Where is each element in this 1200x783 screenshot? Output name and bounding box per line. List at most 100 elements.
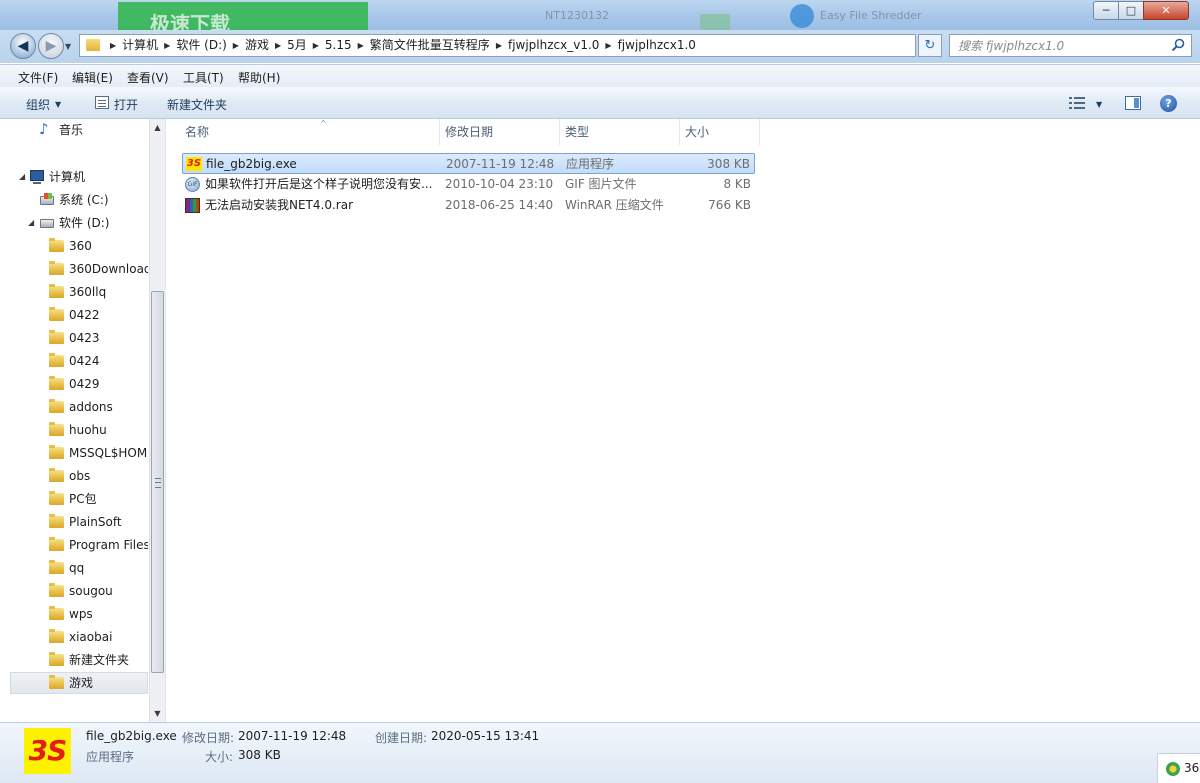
tree-item-folder[interactable]: 0424 (0, 350, 148, 372)
view-options-icon[interactable] (1069, 97, 1085, 109)
music-note-icon: ♪ (39, 120, 49, 138)
scrollbar-thumb[interactable] (151, 291, 164, 673)
column-header-type[interactable]: 类型 (560, 119, 680, 145)
details-size-label: 大小: (205, 750, 234, 764)
breadcrumb-item[interactable]: 5月 (287, 35, 307, 56)
column-header-date[interactable]: 修改日期 (440, 119, 560, 145)
tree-item-folder[interactable]: 360llq (0, 281, 148, 303)
tree-item-label: 360llq (69, 285, 107, 299)
menu-file[interactable]: 文件(F) (18, 69, 58, 86)
menu-view[interactable]: 查看(V) (127, 69, 169, 86)
organize-button[interactable]: 组织 (26, 96, 50, 113)
scroll-up-button[interactable]: ▲ (150, 119, 165, 136)
breadcrumb-separator-icon[interactable]: ▶ (164, 35, 170, 56)
chevron-down-icon: ▼ (55, 100, 62, 109)
tree-item-label: PC包 (69, 492, 97, 506)
menu-edit[interactable]: 编辑(E) (72, 69, 113, 86)
background-text: NT1230132 (545, 9, 609, 22)
navigation-scrollbar[interactable]: ▲ ▼ (149, 119, 165, 722)
breadcrumb-separator-icon[interactable]: ▶ (313, 35, 319, 56)
tree-item-folder[interactable]: qq (0, 557, 148, 579)
refresh-button[interactable]: ↻ (918, 34, 942, 57)
tree-item-label: xiaobai (69, 630, 113, 644)
scroll-down-button[interactable]: ▼ (150, 705, 165, 722)
tree-item-folder[interactable]: 360 (0, 235, 148, 257)
column-header-size[interactable]: 大小 (680, 119, 760, 145)
search-input[interactable] (958, 38, 1163, 54)
tree-item-folder[interactable]: 0429 (0, 373, 148, 395)
tree-item-folder[interactable]: Program Files (0, 534, 148, 556)
menu-help[interactable]: 帮助(H) (238, 69, 280, 86)
drive-icon (40, 193, 54, 205)
file-row[interactable]: 无法启动安装我NET4.0.rar 2018-06-25 14:40 WinRA… (182, 195, 755, 216)
view-dropdown-button[interactable]: ▼ (1096, 100, 1102, 109)
tree-item-folder[interactable]: wps (0, 603, 148, 625)
breadcrumb-separator-icon[interactable]: ▶ (605, 35, 611, 56)
details-pane: 3S file_gb2big.exe 应用程序 修改日期: 2007-11-19… (0, 722, 1200, 783)
breadcrumb-item[interactable]: 游戏 (245, 35, 269, 56)
search-icon[interactable] (1171, 38, 1185, 52)
address-bar[interactable]: ▶ 计算机 ▶ 软件 (D:) ▶ 游戏 ▶ 5月 ▶ 5.15 ▶ 繁简文件批量互转程序 ▶ fjwjp… (79, 34, 985, 57)
tree-item-folder[interactable]: 0423 (0, 327, 148, 349)
tree-item-folder[interactable]: obs (0, 465, 148, 487)
back-button[interactable]: ◀ (10, 33, 36, 59)
breadcrumb-separator-icon[interactable]: ▶ (233, 35, 239, 56)
tree-item-folder[interactable]: xiaobai (0, 626, 148, 648)
folder-icon (49, 652, 64, 666)
tree-item-label: Program Files (69, 538, 148, 552)
breadcrumb-item[interactable]: fjwjplhzcx1.0 (618, 35, 696, 56)
breadcrumb-separator-icon[interactable]: ▶ (496, 35, 502, 56)
breadcrumb-item[interactable]: 繁简文件批量互转程序 (370, 35, 490, 56)
tree-item-folder[interactable]: PlainSoft (0, 511, 148, 533)
file-row[interactable]: GIF 如果软件打开后是这个样子说明您没有安... 2010-10-04 23:… (182, 174, 755, 195)
folder-icon (49, 606, 64, 620)
column-header-name[interactable]: 名称 (180, 119, 440, 145)
file-type: GIF 图片文件 (565, 177, 637, 191)
tree-item-folder[interactable]: MSSQL$HOM (0, 442, 148, 464)
grip-icon (155, 478, 161, 488)
breadcrumb-item[interactable]: 计算机 (122, 35, 158, 56)
folder-icon (49, 445, 64, 459)
help-icon[interactable]: ? (1160, 95, 1177, 112)
tree-item-music[interactable]: ♪ 音乐 (0, 119, 148, 141)
sort-indicator-icon: ^ (320, 119, 327, 128)
tree-item-folder[interactable]: addons (0, 396, 148, 418)
computer-icon (30, 170, 44, 184)
file-row[interactable]: 3S file_gb2big.exe 2007-11-19 12:48 应用程序… (182, 153, 755, 174)
open-button[interactable]: 打开 (114, 96, 138, 113)
tree-item-folder[interactable]: sougou (0, 580, 148, 602)
forward-button[interactable]: ▶ (38, 33, 64, 59)
tree-item-folder[interactable]: 游戏 (0, 672, 148, 694)
breadcrumb-item[interactable]: 软件 (D:) (176, 35, 226, 56)
tree-item-label: 0423 (69, 331, 100, 345)
tray-notification[interactable]: 36 (1157, 753, 1200, 783)
tree-item-folder[interactable]: 360Download (0, 258, 148, 280)
folder-icon (49, 330, 64, 344)
menu-tools[interactable]: 工具(T) (183, 69, 224, 86)
new-folder-button[interactable]: 新建文件夹 (167, 96, 227, 113)
preview-pane-icon[interactable] (1125, 96, 1141, 110)
tree-item-computer[interactable]: ◢ 计算机 (0, 166, 148, 188)
tree-item-folder[interactable]: 新建文件夹 (0, 649, 148, 671)
tree-item-folder[interactable]: 0422 (0, 304, 148, 326)
tree-item-drive-c[interactable]: 系统 (C:) (0, 189, 148, 211)
tree-item-drive-d[interactable]: ◢ 软件 (D:) (0, 212, 148, 234)
breadcrumb-item[interactable]: fjwjplhzcx_v1.0 (508, 35, 599, 56)
folder-icon (49, 491, 64, 505)
minimize-button[interactable]: ─ (1093, 1, 1119, 20)
search-box[interactable] (949, 34, 1192, 57)
breadcrumb-item[interactable]: 5.15 (325, 35, 352, 56)
tree-item-label: 360 (69, 239, 92, 253)
tree-item-label: 360Download (69, 262, 148, 276)
tree-item-folder[interactable]: PC包 (0, 488, 148, 510)
expanded-arrow-icon[interactable]: ◢ (28, 212, 34, 234)
tree-item-folder[interactable]: huohu (0, 419, 148, 441)
maximize-button[interactable]: □ (1118, 1, 1144, 20)
breadcrumb-separator-icon[interactable]: ▶ (358, 35, 364, 56)
recent-pages-dropdown[interactable]: ▼ (65, 42, 71, 51)
folder-icon (49, 353, 64, 367)
close-button[interactable]: ✕ (1143, 1, 1189, 20)
breadcrumb-separator-icon[interactable]: ▶ (110, 35, 116, 56)
breadcrumb-separator-icon[interactable]: ▶ (275, 35, 281, 56)
expanded-arrow-icon[interactable]: ◢ (19, 166, 25, 188)
